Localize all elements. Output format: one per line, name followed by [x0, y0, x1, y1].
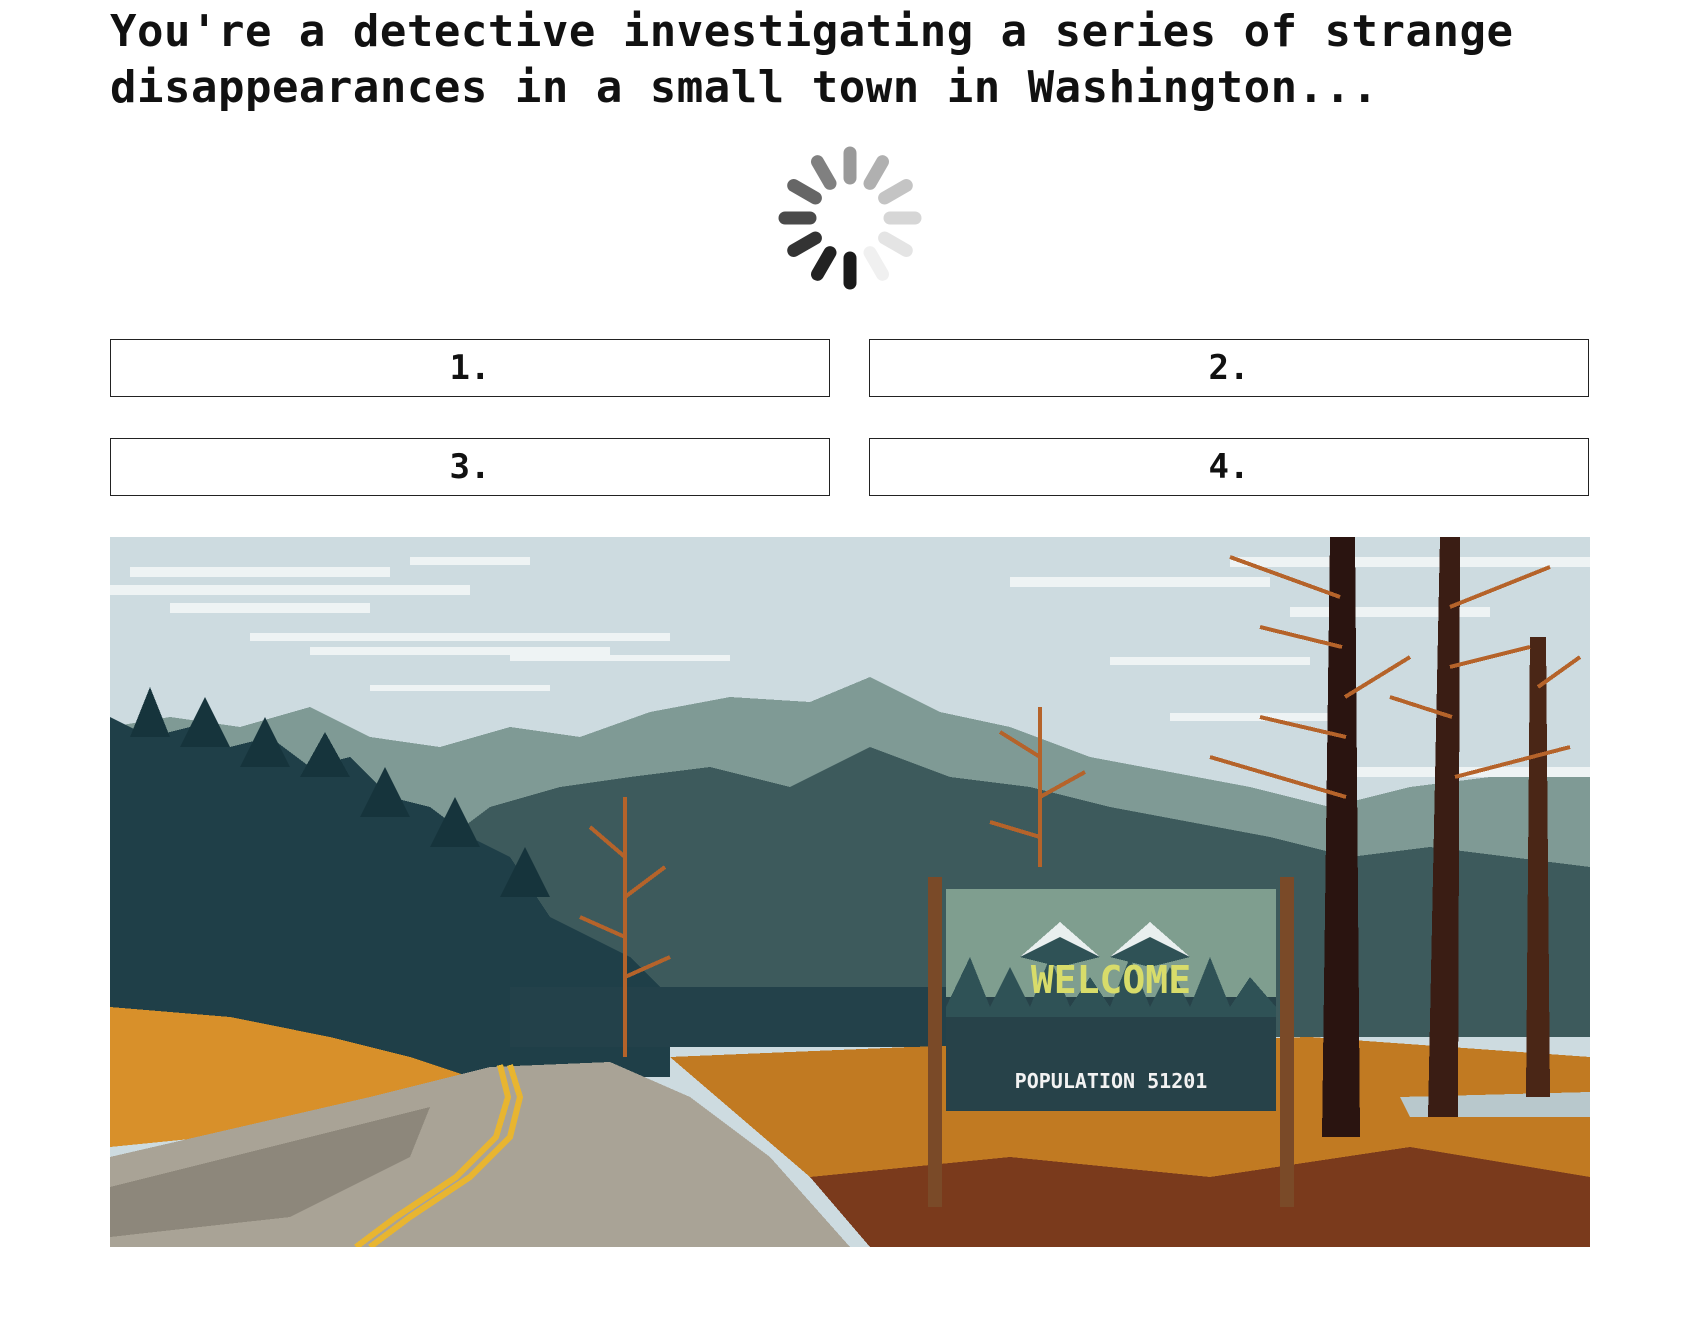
spinner-tick — [878, 179, 913, 205]
spinner-tick — [787, 231, 822, 257]
choice-button-1[interactable]: 1. — [110, 339, 830, 397]
spinner-tick — [863, 246, 889, 281]
spinner-tick — [863, 155, 889, 190]
sign-subtitle: POPULATION 51201 — [1015, 1069, 1208, 1093]
choice-button-2[interactable]: 2. — [869, 339, 1589, 397]
sign-post-right — [1280, 877, 1294, 1207]
sign-post-left — [928, 877, 942, 1207]
story-prompt: You're a detective investigating a serie… — [110, 6, 1541, 113]
loading-spinner-icon — [778, 146, 922, 290]
choice-button-3[interactable]: 3. — [110, 438, 830, 496]
scene-illustration: WELCOME POPULATION 51201 — [110, 537, 1590, 1247]
spinner-tick — [811, 155, 837, 190]
spinner-tick — [787, 179, 822, 205]
spinner-tick — [878, 231, 913, 257]
sign-title: WELCOME — [1031, 958, 1191, 1002]
spinner-tick — [811, 246, 837, 281]
choice-button-4[interactable]: 4. — [869, 438, 1589, 496]
